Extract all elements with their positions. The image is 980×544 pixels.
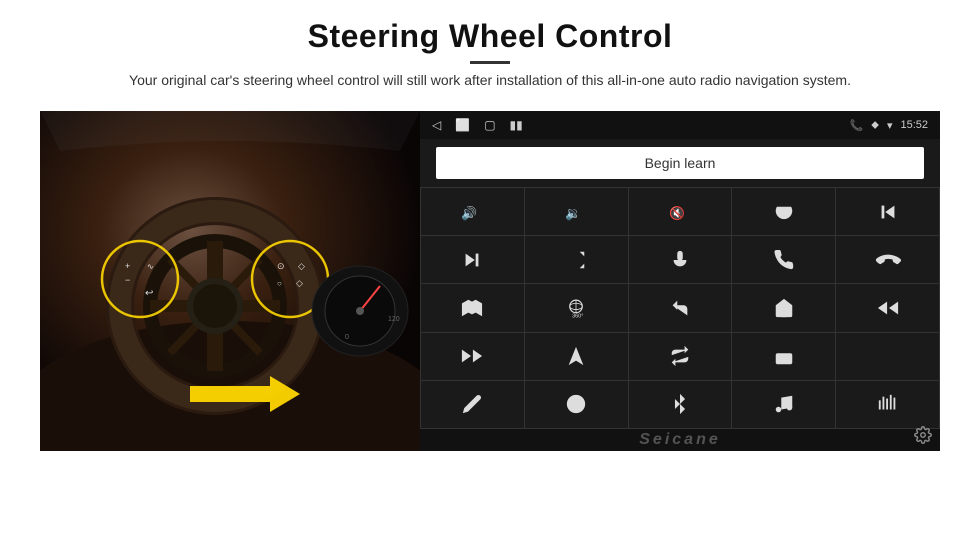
watermark-bar: Seicane (420, 429, 940, 451)
rewind-button[interactable] (836, 284, 939, 331)
clock-display: 15:52 (900, 119, 928, 131)
car-image-panel: + ∿ − ↩ ⊙ ◇ ○ ◇ 0 120 (40, 111, 420, 451)
svg-text:↩: ↩ (145, 288, 153, 299)
begin-learn-button[interactable]: Begin learn (436, 147, 924, 179)
power-button[interactable] (732, 188, 835, 235)
svg-text:0: 0 (345, 334, 349, 341)
next-button[interactable] (421, 236, 524, 283)
recents-nav-icon[interactable]: ▢ (484, 118, 495, 132)
top-bar-left: ◁ ⬜ ▢ ▮▮ (432, 118, 523, 132)
pen-button[interactable] (421, 381, 524, 428)
top-bar-right: 📞 ⬥ ▾ 15:52 (850, 119, 928, 132)
bluetooth-button[interactable] (629, 381, 732, 428)
svg-text:🔊: 🔊 (461, 204, 477, 221)
svg-text:∿: ∿ (147, 262, 154, 271)
home-button[interactable] (732, 284, 835, 331)
radio-button[interactable] (732, 333, 835, 380)
microphone-button[interactable] (629, 236, 732, 283)
control-panel: ◁ ⬜ ▢ ▮▮ 📞 ⬥ ▾ 15:52 Begin learn (420, 111, 940, 451)
svg-text:◇: ◇ (296, 278, 303, 288)
svg-text:⊙: ⊙ (277, 261, 285, 271)
phone-hangup-button[interactable] (836, 236, 939, 283)
seicane-watermark: Seicane (639, 431, 720, 449)
phone-answer-button[interactable] (732, 236, 835, 283)
clock-button[interactable] (525, 381, 628, 428)
sound-equalizer-button[interactable] (836, 381, 939, 428)
page-subtitle: Your original car's steering wheel contr… (129, 70, 851, 91)
home-nav-icon[interactable]: ⬜ (455, 118, 470, 132)
music-button[interactable] (732, 381, 835, 428)
page-title: Steering Wheel Control (129, 18, 851, 55)
vol-down-button[interactable]: 🔉 (525, 188, 628, 235)
360-icon: 360° (565, 297, 587, 319)
tune-button[interactable] (836, 333, 939, 380)
equalizer-swap-button[interactable] (629, 333, 732, 380)
car-illustration: + ∿ − ↩ ⊙ ◇ ○ ◇ 0 120 (40, 111, 420, 451)
wifi-icon: ▾ (887, 119, 893, 132)
fast-forward-button[interactable] (421, 333, 524, 380)
svg-text:🔇: 🔇 (669, 205, 685, 220)
svg-text:◇: ◇ (298, 261, 305, 271)
top-status-bar: ◁ ⬜ ▢ ▮▮ 📞 ⬥ ▾ 15:52 (420, 111, 940, 139)
begin-learn-row: Begin learn (420, 139, 940, 187)
shuffle-button[interactable] (525, 236, 628, 283)
back-button[interactable] (629, 284, 732, 331)
svg-text:120: 120 (388, 316, 400, 323)
settings-gear-icon (914, 426, 932, 444)
title-divider (470, 61, 510, 64)
360-view-button[interactable]: 360° (525, 284, 628, 331)
location-icon: ⬥ (871, 119, 879, 132)
svg-text:−: − (125, 275, 130, 285)
svg-text:360°: 360° (572, 313, 583, 319)
mute-button[interactable]: 🔇 (629, 188, 732, 235)
signal-icon: ▮▮ (510, 118, 523, 132)
navigation-button[interactable] (525, 333, 628, 380)
svg-text:+: + (125, 261, 130, 271)
svg-text:○: ○ (277, 279, 282, 288)
controls-grid: 🔊 🔉 🔇 (420, 187, 940, 429)
prev-track-button[interactable] (836, 188, 939, 235)
vol-up-button[interactable]: 🔊 (421, 188, 524, 235)
phone-status-icon: 📞 (850, 119, 864, 132)
content-row: + ∿ − ↩ ⊙ ◇ ○ ◇ 0 120 (40, 111, 940, 451)
title-section: Steering Wheel Control Your original car… (129, 18, 851, 103)
svg-text:🔉: 🔉 (565, 205, 581, 221)
settings-gear-area[interactable] (914, 426, 932, 449)
page-container: Steering Wheel Control Your original car… (0, 0, 980, 544)
back-nav-icon[interactable]: ◁ (432, 118, 441, 132)
camera-button[interactable] (421, 284, 524, 331)
